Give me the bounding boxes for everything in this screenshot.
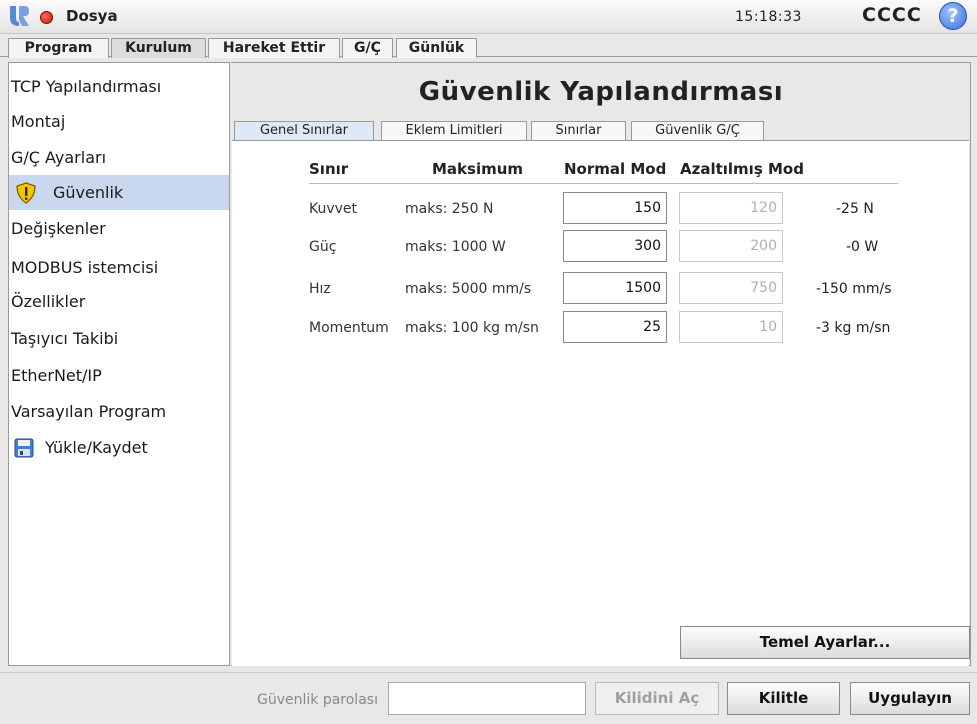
power-reduced-input: 200 (679, 230, 783, 262)
clock: 15:18:33 (735, 9, 802, 25)
force-normal-input[interactable]: 150 (563, 192, 667, 224)
top-bar: Dosya 15:18:33 CCCC ? (0, 0, 977, 34)
force-delta: -25 N (836, 201, 874, 217)
safety-password-input[interactable] (388, 682, 586, 715)
speed-delta: -150 mm/s (816, 281, 892, 297)
force-reduced-input: 120 (679, 192, 783, 224)
sidebar-item-load-save[interactable]: Yükle/Kaydet (9, 430, 229, 465)
power-delta: -0 W (846, 239, 879, 255)
sidebar-item-label: Taşıyıcı Takibi (11, 329, 119, 348)
row-label-speed: Hız (309, 281, 331, 297)
sidebar-item-modbus[interactable]: MODBUS istemcisi (9, 250, 229, 285)
sidebar-item-tcp[interactable]: TCP Yapılandırması (9, 69, 229, 104)
sidebar-item-label: Değişkenler (11, 219, 106, 238)
safety-config-panel: Güvenlik Yapılandırması Genel Sınırlar E… (231, 62, 971, 666)
row-max-speed: maks: 5000 mm/s (405, 281, 532, 297)
robot-name: CCCC (862, 4, 922, 26)
sidebar-item-io-setup[interactable]: G/Ç Ayarları (9, 140, 229, 175)
unlock-button[interactable]: Kilidini Aç (595, 682, 719, 715)
tab-io[interactable]: G/Ç (342, 38, 393, 58)
row-max-momentum: maks: 100 kg m/sn (405, 320, 539, 336)
apply-button[interactable]: Uygulayın (850, 682, 970, 715)
column-header-limit: Sınır (309, 160, 349, 178)
basic-settings-button[interactable]: Temel Ayarlar... (680, 626, 970, 659)
ur-logo-icon (10, 6, 29, 26)
sidebar-item-mounting[interactable]: Montaj (9, 104, 229, 139)
row-max-power: maks: 1000 W (405, 239, 506, 255)
tab-move[interactable]: Hareket Ettir (208, 38, 340, 58)
sidebar-item-label: MODBUS istemcisi (11, 258, 159, 277)
tab-safety-io[interactable]: Güvenlik G/Ç (631, 121, 764, 140)
row-label-force: Kuvvet (309, 201, 358, 217)
status-indicator-icon (40, 11, 53, 24)
tab-general-limits[interactable]: Genel Sınırlar (234, 121, 374, 140)
row-max-force: maks: 250 N (405, 201, 494, 217)
sidebar-item-label: Yükle/Kaydet (45, 438, 148, 457)
sidebar-item-default-program[interactable]: Varsayılan Program (9, 394, 229, 429)
lock-button[interactable]: Kilitle (727, 682, 840, 715)
sidebar-item-label: Özellikler (11, 292, 86, 311)
tab-boundaries[interactable]: Sınırlar (531, 121, 626, 140)
speed-reduced-input: 750 (679, 272, 783, 304)
safety-password-label: Güvenlik parolası (257, 692, 378, 708)
tab-log[interactable]: Günlük (396, 38, 477, 58)
footer-bar: Güvenlik parolası Kilidini Aç Kilitle Uy… (0, 672, 977, 724)
sidebar-item-label: Güvenlik (53, 183, 124, 202)
sidebar-item-safety[interactable]: Güvenlik (9, 175, 229, 210)
column-header-normal: Normal Mod (564, 160, 667, 178)
sidebar-item-variables[interactable]: Değişkenler (9, 211, 229, 246)
help-icon[interactable]: ? (939, 2, 967, 30)
sidebar-item-features[interactable]: Özellikler (9, 284, 229, 319)
momentum-reduced-input: 10 (679, 311, 783, 343)
main-tab-bar: Program Kurulum Hareket Ettir G/Ç Günlük (0, 35, 977, 58)
file-menu[interactable]: Dosya (66, 7, 118, 25)
column-header-reduced: Azaltılmış Mod (680, 160, 804, 178)
momentum-normal-input[interactable]: 25 (563, 311, 667, 343)
row-label-momentum: Momentum (309, 320, 389, 336)
momentum-delta: -3 kg m/sn (816, 320, 891, 336)
tab-installation[interactable]: Kurulum (111, 38, 206, 58)
sidebar-item-label: EtherNet/IP (11, 366, 102, 385)
tab-program[interactable]: Program (8, 38, 109, 58)
header-divider (309, 183, 898, 184)
sidebar-item-label: Montaj (11, 112, 66, 131)
sidebar-item-label: TCP Yapılandırması (11, 77, 162, 96)
safety-sub-tabs: Genel Sınırlar Eklem Limitleri Sınırlar … (231, 118, 971, 140)
sidebar-item-ethernet-ip[interactable]: EtherNet/IP (9, 358, 229, 393)
sidebar-item-label: G/Ç Ayarları (11, 148, 107, 167)
column-header-max: Maksimum (432, 160, 524, 178)
tab-joint-limits[interactable]: Eklem Limitleri (381, 121, 527, 140)
warning-shield-icon (16, 182, 36, 204)
sidebar-item-label: Varsayılan Program (11, 402, 167, 421)
row-label-power: Güç (309, 239, 337, 255)
page-title: Güvenlik Yapılandırması (418, 77, 784, 107)
save-disk-icon (14, 438, 34, 458)
power-normal-input[interactable]: 300 (563, 230, 667, 262)
speed-normal-input[interactable]: 1500 (563, 272, 667, 304)
sidebar-item-conveyor[interactable]: Taşıyıcı Takibi (9, 321, 229, 356)
installation-sidebar: TCP Yapılandırması Montaj G/Ç Ayarları G… (8, 62, 230, 666)
